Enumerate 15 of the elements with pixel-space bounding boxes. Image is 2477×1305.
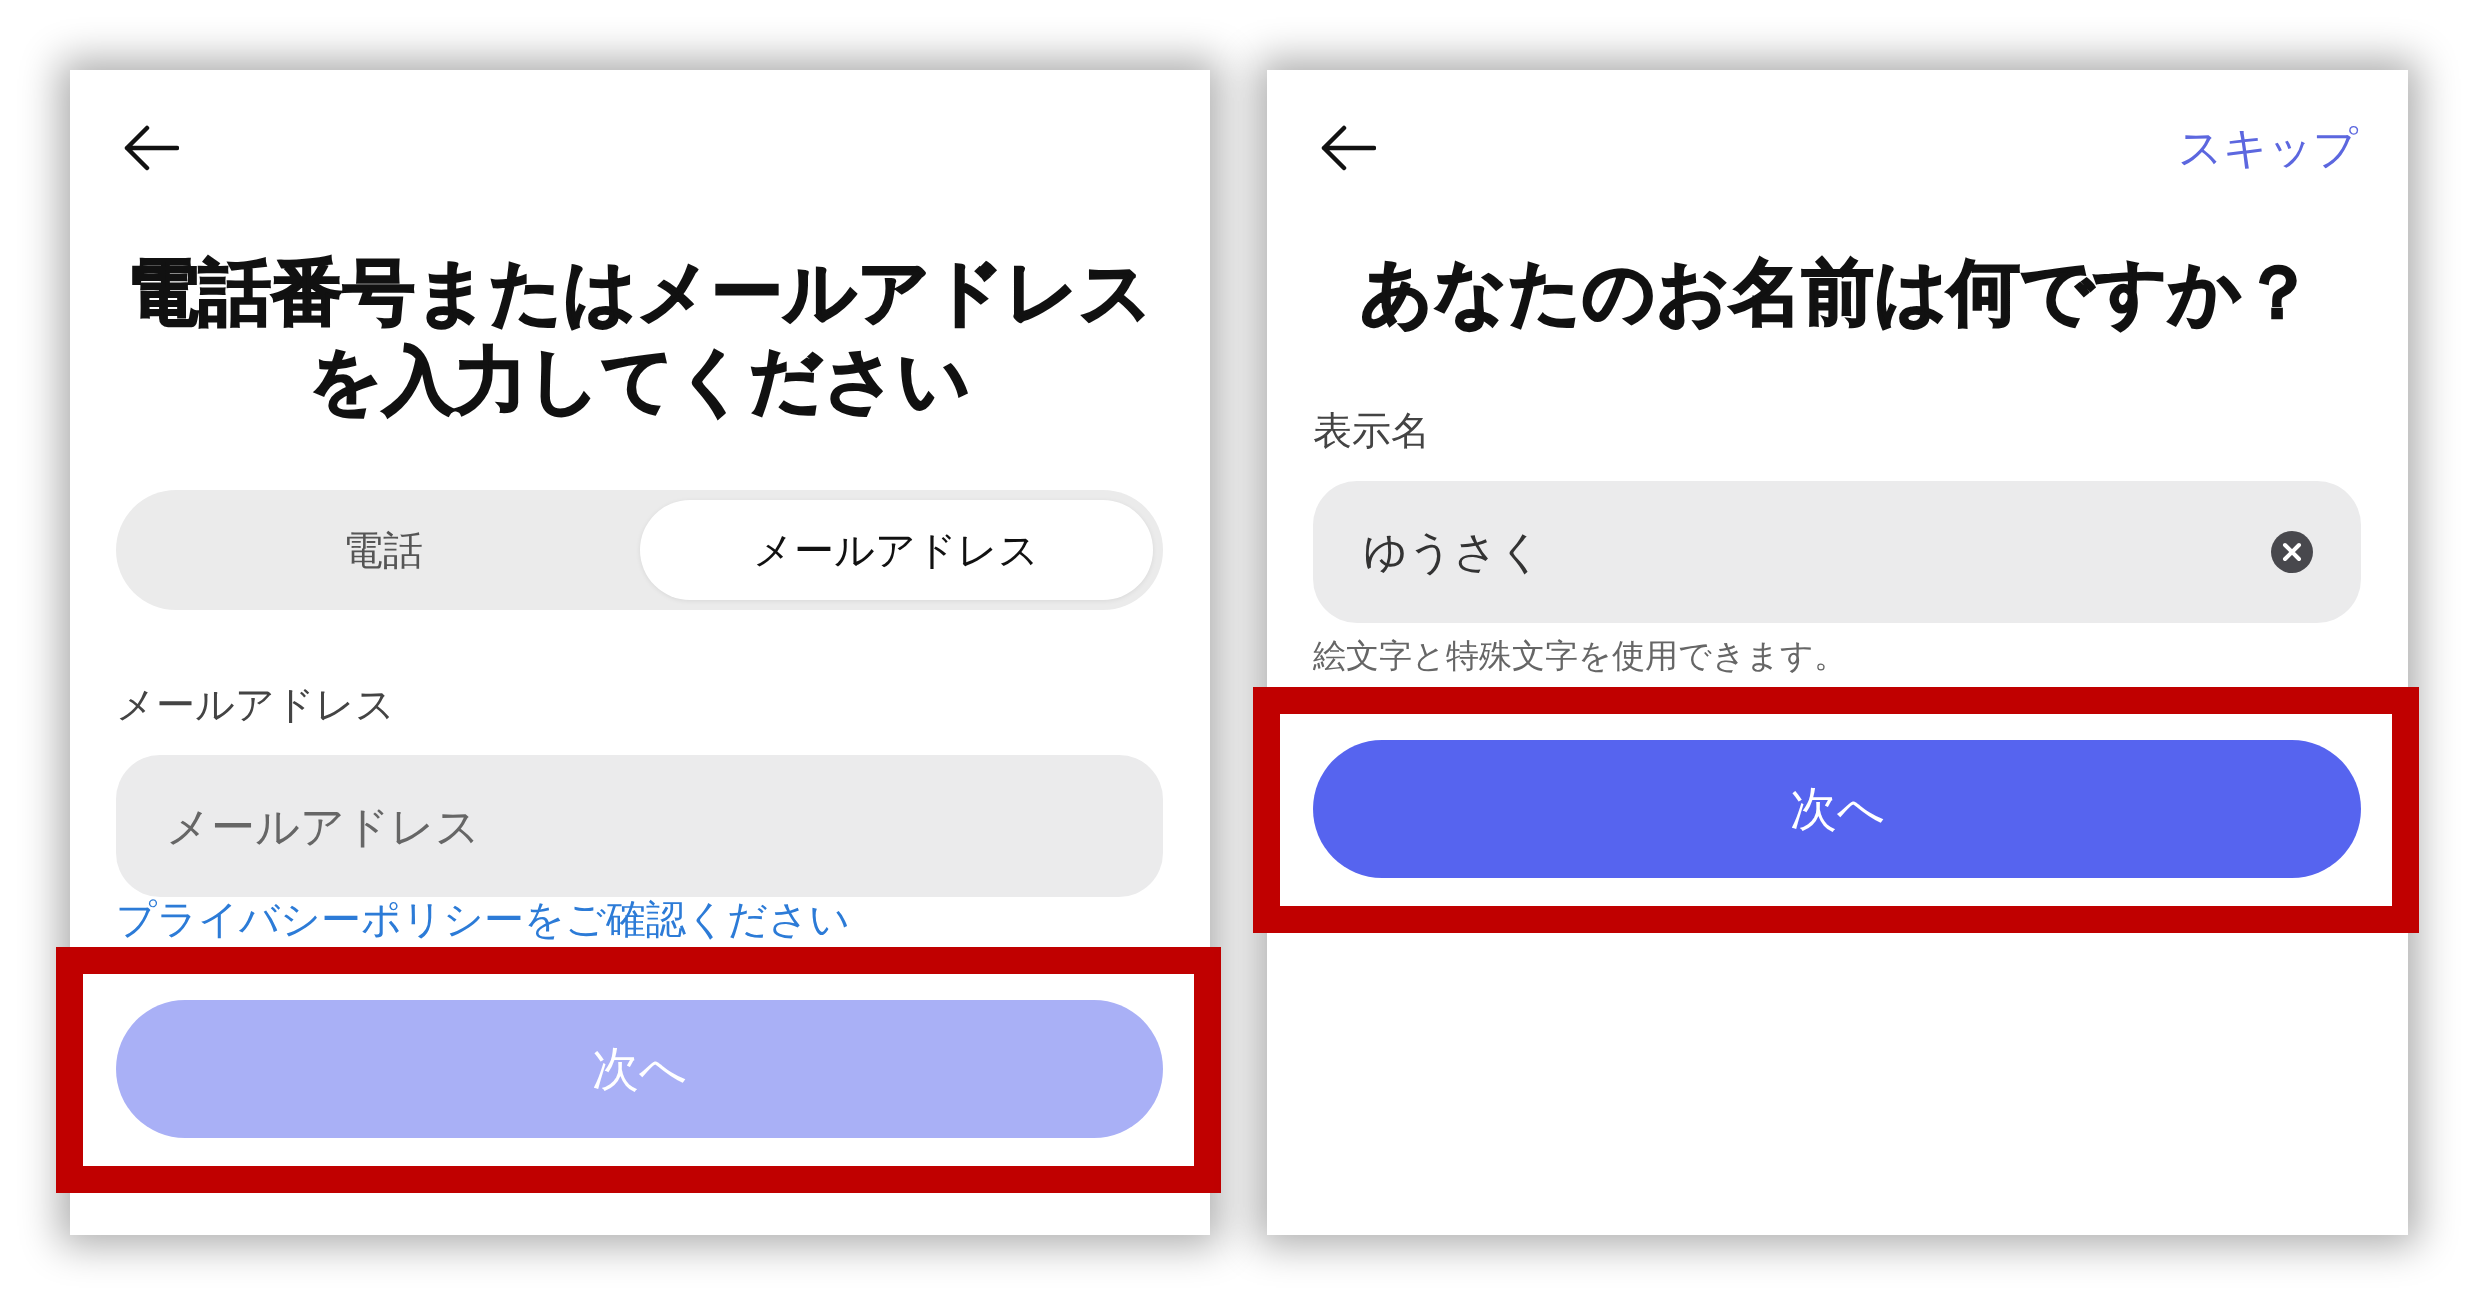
segment-tab[interactable]: 電話 [126,500,640,600]
segment-tab[interactable]: メールアドレス [639,500,1153,600]
field-label: 表示名 [1313,408,1430,453]
privacy-policy-link[interactable]: プライバシーポリシーをご確認ください [116,897,850,942]
back-arrow-icon[interactable] [1320,125,1376,171]
back-arrow-icon[interactable] [123,125,179,171]
skip-link[interactable]: スキップ [2178,123,2358,173]
input-field[interactable]: ゆうさく [1313,481,2361,623]
screen-title: 電話番号またはメールアドレスを入力してください [125,249,1154,424]
input-field[interactable]: メールアドレス [116,755,1163,897]
field-label: メールアドレス [116,682,395,727]
clear-icon[interactable] [2271,531,2313,573]
next-button[interactable]: 次へ [1313,740,2361,878]
helper-text: 絵文字と特殊文字を使用できます。 [1313,637,1847,675]
screen-title: あなたのお名前は何ですか？ [1359,249,2315,336]
